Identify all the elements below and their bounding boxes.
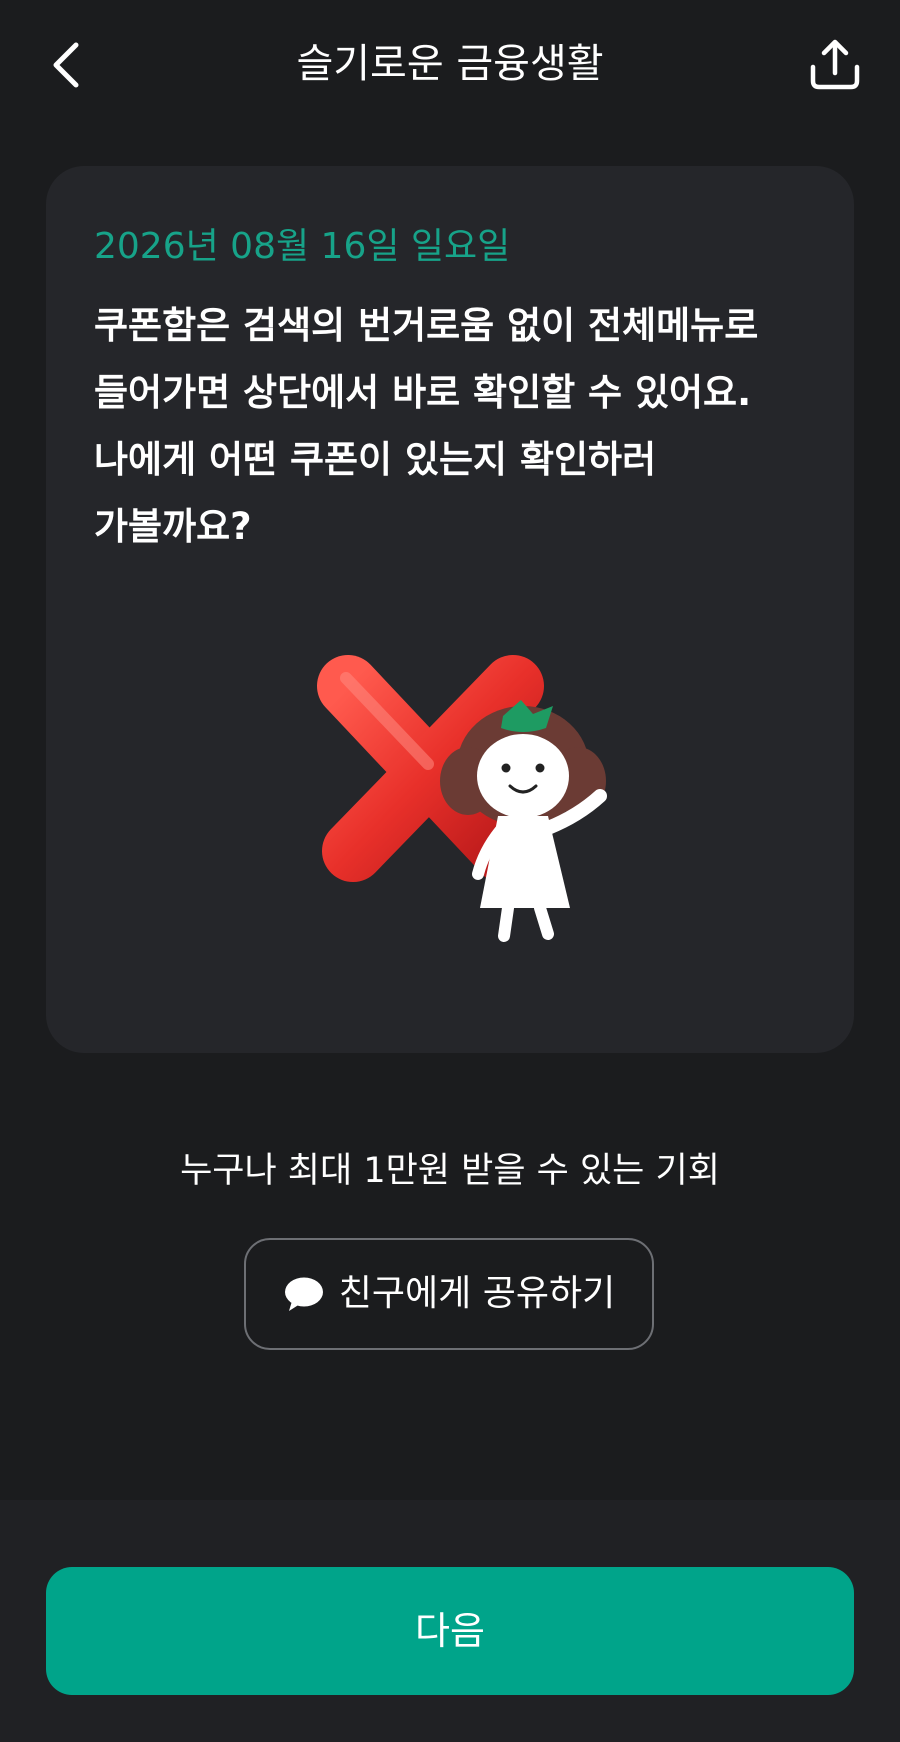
red-x-mascot-illustration: [317, 655, 607, 942]
promo-text: 누구나 최대 1만원 받을 수 있는 기회: [180, 1151, 720, 1191]
next-button[interactable]: 다음: [46, 1567, 854, 1695]
header: 슬기로운 금융생활: [0, 0, 900, 130]
card-date: 2026년 08월 16일 일요일: [94, 226, 511, 267]
share-with-friend-label: 친구에게 공유하기: [338, 1273, 616, 1314]
page: 슬기로운 금융생활 2026년 08월 16일 일요일 쿠폰함은 검색의 번거로…: [0, 0, 900, 1742]
back-button[interactable]: [34, 28, 98, 102]
share-upload-icon: [810, 39, 860, 90]
card-message: 쿠폰함은 검색의 번거로움 없이 전체메뉴로 들어가면 상단에서 바로 확인할 …: [94, 304, 759, 548]
chevron-left-icon: [53, 42, 79, 88]
bottom-bar: 다음: [0, 1500, 900, 1742]
speech-bubble-icon: [284, 1277, 323, 1311]
page-title: 슬기로운 금융생활: [296, 41, 604, 87]
share-with-friend-button[interactable]: 친구에게 공유하기: [244, 1238, 654, 1350]
content-card: 2026년 08월 16일 일요일 쿠폰함은 검색의 번거로움 없이 전체메뉴로…: [46, 166, 854, 1053]
share-button[interactable]: [800, 28, 870, 102]
next-button-label: 다음: [415, 1609, 485, 1653]
